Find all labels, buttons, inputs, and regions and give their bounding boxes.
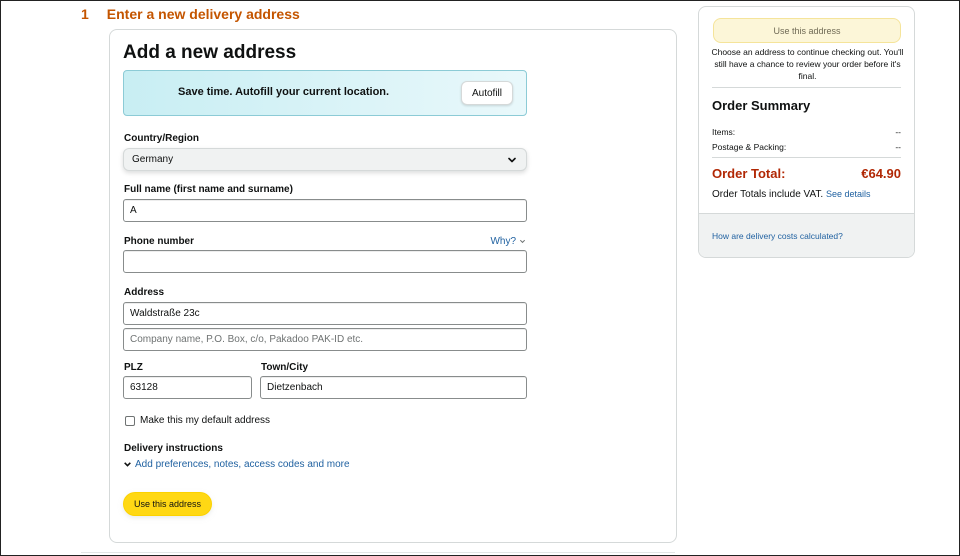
address-line1-input[interactable]: Waldstraße 23c (123, 302, 527, 325)
address-label: Address (124, 287, 165, 298)
address-form-card: Add a new address Save time. Autofill yo… (109, 29, 677, 543)
items-row: Items: -- (712, 127, 901, 137)
step-header: 1 Enter a new delivery address (81, 6, 300, 22)
order-total-row: Order Total: €64.90 (712, 166, 901, 181)
country-select[interactable]: Germany (123, 148, 527, 171)
delivery-instructions-title: Delivery instructions (124, 443, 223, 454)
postage-row: Postage & Packing: -- (712, 142, 901, 152)
use-this-address-button[interactable]: Use this address (123, 492, 212, 516)
delivery-costs-link[interactable]: How are delivery costs calculated? (712, 231, 843, 241)
summary-use-address-button[interactable]: Use this address (713, 18, 901, 43)
city-input[interactable]: Dietzenbach (260, 376, 527, 399)
postage-label: Postage & Packing: (712, 142, 787, 152)
autofill-banner: Save time. Autofill your current locatio… (123, 70, 527, 116)
phone-label: Phone number (124, 236, 195, 247)
chevron-down-icon (124, 462, 131, 467)
order-summary-panel: Use this address Choose an address to co… (698, 6, 915, 258)
plz-input[interactable]: 63128 (123, 376, 252, 399)
chevron-down-icon (508, 157, 516, 162)
chevron-down-icon (519, 239, 526, 244)
divider (712, 87, 901, 88)
step-title: Enter a new delivery address (106, 6, 300, 22)
summary-footer: How are delivery costs calculated? (699, 213, 914, 257)
order-total-label: Order Total: (712, 166, 786, 181)
country-value: Germany (132, 154, 174, 165)
step-number: 1 (81, 6, 89, 22)
plz-label: PLZ (124, 362, 143, 373)
phone-input[interactable] (123, 250, 527, 273)
why-link[interactable]: Why? (490, 236, 526, 247)
items-value: -- (895, 127, 901, 137)
default-address-row[interactable]: Make this my default address (125, 415, 270, 426)
summary-note: Choose an address to continue checking o… (711, 47, 904, 81)
full-name-input[interactable]: A (123, 199, 527, 222)
vat-row: Order Totals include VAT. See details (712, 189, 870, 200)
items-label: Items: (712, 127, 736, 137)
autofill-text: Save time. Autofill your current locatio… (178, 86, 390, 98)
add-preferences-link[interactable]: Add preferences, notes, access codes and… (123, 459, 350, 470)
postage-value: -- (895, 142, 901, 152)
vat-text: Order Totals include VAT. (712, 189, 824, 200)
country-label: Country/Region (124, 133, 199, 144)
see-details-link[interactable]: See details (826, 189, 871, 199)
order-summary-title: Order Summary (712, 98, 811, 113)
default-address-checkbox[interactable] (125, 415, 135, 426)
divider (81, 552, 675, 553)
address-line2-input[interactable]: Company name, P.O. Box, c/o, Pakadoo PAK… (123, 328, 527, 351)
divider (712, 157, 901, 158)
add-preferences-label: Add preferences, notes, access codes and… (135, 459, 350, 470)
why-link-label: Why? (490, 236, 516, 247)
city-label: Town/City (261, 362, 309, 373)
autofill-button[interactable]: Autofill (461, 81, 513, 105)
full-name-label: Full name (first name and surname) (124, 184, 293, 195)
order-total-value: €64.90 (861, 166, 901, 181)
default-address-label: Make this my default address (140, 415, 271, 426)
form-title: Add a new address (123, 42, 297, 63)
